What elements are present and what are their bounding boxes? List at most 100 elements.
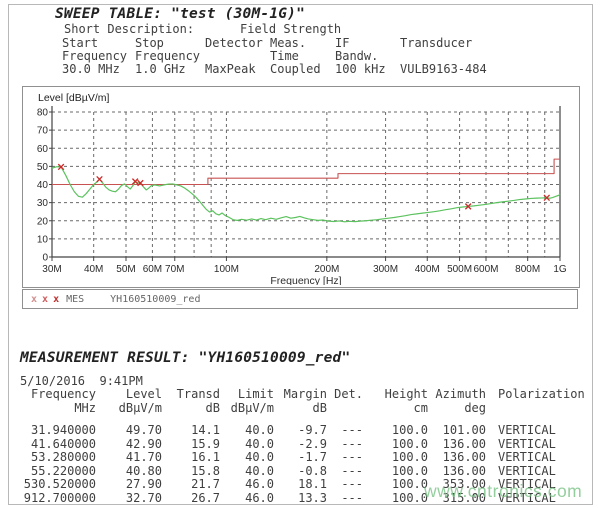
legend-x-marker-icon: x [31, 294, 37, 305]
col-if-header2: Bandw. [335, 49, 378, 63]
col-if-header1: IF [335, 36, 349, 50]
svg-text:50: 50 [37, 162, 49, 173]
result-cell: 912.700000 [0, 492, 96, 506]
legend-x-marker-icon: x [53, 294, 59, 305]
svg-text:0: 0 [42, 253, 48, 264]
result-cell: 26.7 [162, 492, 220, 506]
legend-panel: xxx MES YH160510009_red [22, 289, 578, 309]
result-cell: --- [327, 478, 363, 492]
result-cell: 15.8 [162, 465, 220, 479]
result-data-row: 55.22000040.8015.840.0-0.8---100.0136.00… [0, 465, 600, 479]
col-start-header2: Frequency [62, 49, 127, 63]
svg-text:Frequency [Hz]: Frequency [Hz] [270, 275, 341, 285]
measurement-result-title: MEASUREMENT RESULT: "YH160510009_red" [20, 350, 350, 366]
result-cell: 31.940000 [0, 424, 96, 438]
result-cell: 55.220000 [0, 465, 96, 479]
result-cell: -1.7 [274, 451, 327, 465]
result-cell: 49.70 [96, 424, 162, 438]
result-cell: Height [363, 388, 428, 402]
result-cell: VERTICAL [498, 465, 598, 479]
result-cell: Limit [220, 388, 274, 402]
sweep-table-title: SWEEP TABLE: "test (30M-1G)" [55, 6, 305, 22]
svg-text:60: 60 [37, 144, 49, 155]
result-cell: 100.0 [363, 492, 428, 506]
svg-text:50M: 50M [116, 264, 135, 275]
col-start-header1: Start [62, 36, 98, 50]
legend-trace-name: YH160510009_red [110, 294, 200, 305]
svg-text:60M: 60M [143, 264, 162, 275]
col-meas-header2: Time [270, 49, 299, 63]
result-cell: 101.00 [428, 424, 486, 438]
result-data-row: 53.28000041.7016.140.0-1.7---100.0136.00… [0, 451, 600, 465]
result-cell [327, 402, 363, 416]
svg-text:300M: 300M [373, 264, 398, 275]
meas-time-value: Coupled [270, 62, 321, 76]
result-cell: --- [327, 465, 363, 479]
result-cell: cm [363, 402, 428, 416]
result-cell: deg [428, 402, 486, 416]
svg-text:40M: 40M [84, 264, 103, 275]
result-cell: VERTICAL [498, 451, 598, 465]
svg-text:70: 70 [37, 126, 49, 137]
result-cell: 136.00 [428, 451, 486, 465]
svg-text:400M: 400M [415, 264, 440, 275]
detector-value: MaxPeak [205, 62, 256, 76]
result-cell: 100.0 [363, 465, 428, 479]
result-cell: Transd [162, 388, 220, 402]
result-cell: 46.0 [220, 478, 274, 492]
result-cell: dB [162, 402, 220, 416]
result-cell: 21.7 [162, 478, 220, 492]
svg-text:100M: 100M [214, 264, 239, 275]
result-cell: dBµV/m [220, 402, 274, 416]
result-cell: 40.80 [96, 465, 162, 479]
svg-text:80: 80 [37, 108, 49, 119]
legend-x-marker-icon: x [42, 294, 48, 305]
col-stop-header1: Stop [135, 36, 164, 50]
result-cell: Azimuth [428, 388, 486, 402]
result-cell: 46.0 [220, 492, 274, 506]
short-description-value: Field Strength [240, 22, 341, 36]
result-header-row: FrequencyLevelTransdLimitMarginDet.Heigh… [0, 388, 600, 402]
result-cell: 14.1 [162, 424, 220, 438]
result-cell: VERTICAL [498, 424, 598, 438]
watermark: www.cntronics.com [424, 481, 582, 502]
result-cell: --- [327, 492, 363, 506]
result-cell: 16.1 [162, 451, 220, 465]
result-cell: Frequency [0, 388, 96, 402]
result-cell: -0.8 [274, 465, 327, 479]
svg-text:200M: 200M [314, 264, 339, 275]
result-units-row: MHzdBµV/mdBdBµV/mdBcmdeg [0, 402, 600, 416]
result-cell [498, 402, 598, 416]
result-cell: 53.280000 [0, 451, 96, 465]
result-cell: -9.7 [274, 424, 327, 438]
result-cell: --- [327, 424, 363, 438]
col-detector-header1: Detector [205, 36, 263, 50]
svg-text:500M: 500M [447, 264, 472, 275]
transducer-value: VULB9163-484 [400, 62, 487, 76]
sweep-chart: 0102030405060708030M40M50M60M70M100M200M… [23, 87, 577, 285]
result-data-row: 31.94000049.7014.140.0-9.7---100.0101.00… [0, 424, 600, 438]
result-cell: --- [327, 451, 363, 465]
result-cell: 100.0 [363, 424, 428, 438]
result-cell: Det. [327, 388, 363, 402]
result-cell: -2.9 [274, 438, 327, 452]
result-cell: 27.90 [96, 478, 162, 492]
svg-text:10: 10 [37, 234, 49, 245]
result-cell: 40.0 [220, 424, 274, 438]
result-cell: 136.00 [428, 438, 486, 452]
result-cell: Margin [274, 388, 327, 402]
col-stop-header2: Frequency [135, 49, 200, 63]
svg-text:600M: 600M [473, 264, 498, 275]
col-transducer-header1: Transducer [400, 36, 472, 50]
result-cell: 530.520000 [0, 478, 96, 492]
result-cell: dBµV/m [96, 402, 162, 416]
result-cell: 32.70 [96, 492, 162, 506]
result-cell: --- [327, 438, 363, 452]
if-bandwidth-value: 100 kHz [335, 62, 386, 76]
svg-text:30M: 30M [42, 264, 61, 275]
start-frequency-value: 30.0 MHz [62, 62, 120, 76]
svg-text:20: 20 [37, 216, 49, 227]
result-cell: 13.3 [274, 492, 327, 506]
short-description-label: Short Description: [64, 22, 194, 36]
svg-text:800M: 800M [515, 264, 540, 275]
